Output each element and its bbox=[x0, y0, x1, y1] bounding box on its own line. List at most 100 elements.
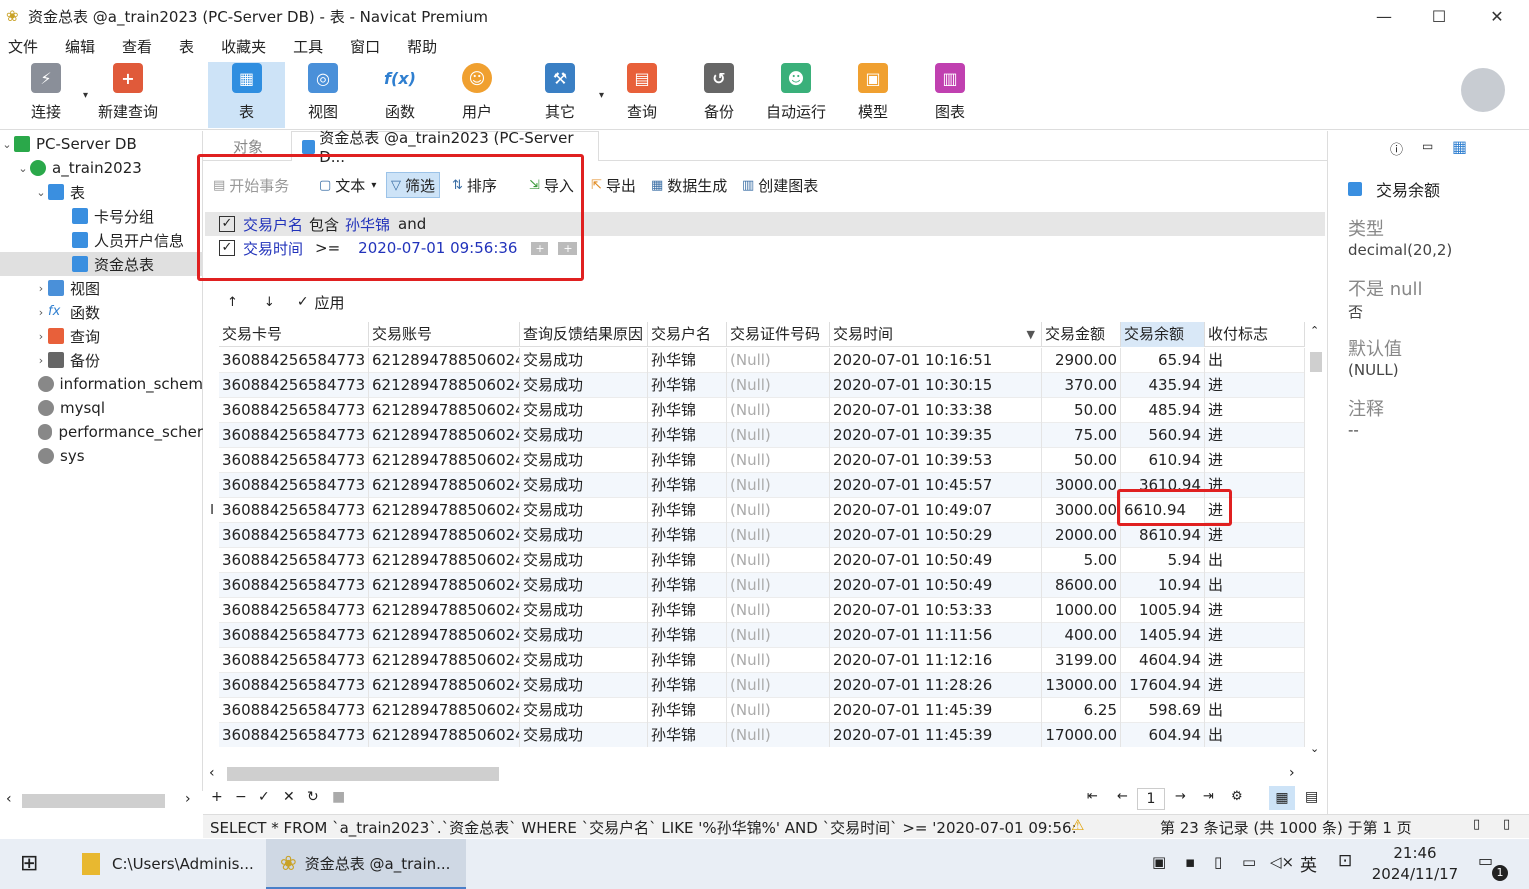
model-button[interactable]: ▣ 模型 bbox=[843, 62, 903, 128]
table-button[interactable]: ▦ 表 bbox=[208, 62, 285, 128]
table-cell[interactable]: 360884256584773 bbox=[219, 373, 369, 398]
delete-record-icon[interactable]: − bbox=[235, 789, 247, 805]
tree-db-other[interactable]: mysql bbox=[0, 396, 203, 420]
table-cell[interactable]: 进 bbox=[1205, 423, 1305, 448]
column-header[interactable]: 收付标志 bbox=[1205, 322, 1305, 347]
table-cell[interactable]: 62128947885060248 bbox=[369, 448, 520, 473]
tree-backups[interactable]: › 备份 bbox=[0, 348, 203, 372]
tree-db-a-train2023[interactable]: ⌄ a_train2023 bbox=[0, 156, 203, 180]
table-cell[interactable]: 360884256584773 bbox=[219, 673, 369, 698]
table-cell[interactable]: 2020-07-01 11:45:39 bbox=[830, 723, 1042, 747]
table-cell[interactable]: 62128947885060248 bbox=[369, 723, 520, 747]
table-cell[interactable]: 孙华锦 bbox=[648, 673, 727, 698]
table-cell[interactable]: 62128947885060248 bbox=[369, 373, 520, 398]
table-cell[interactable]: 2020-07-01 10:50:49 bbox=[830, 548, 1042, 573]
scroll-thumb[interactable] bbox=[22, 794, 165, 808]
table-row[interactable]: 360884256584773 62128947885060248 交易成功 孙华锦(… bbox=[219, 723, 1305, 747]
table-cell[interactable]: 交易成功 bbox=[520, 673, 648, 698]
table-cell[interactable]: 3000.00 bbox=[1042, 473, 1121, 498]
menu-view[interactable]: 查看 bbox=[114, 36, 167, 57]
table-cell[interactable]: 交易成功 bbox=[520, 373, 648, 398]
table-cell[interactable]: (Null) bbox=[727, 673, 830, 698]
query-button[interactable]: ▤ 查询 bbox=[612, 62, 672, 128]
scroll-thumb[interactable] bbox=[1310, 352, 1322, 372]
table-cell[interactable]: 交易成功 bbox=[520, 548, 648, 573]
grid-vertical-scrollbar[interactable]: ⌃ ⌄ bbox=[1307, 322, 1325, 762]
table-cell[interactable]: 2020-07-01 10:39:35 bbox=[830, 423, 1042, 448]
table-row[interactable]: 360884256584773 62128947885060248 交易成功 孙华锦(… bbox=[219, 523, 1305, 548]
table-cell[interactable]: 孙华锦 bbox=[648, 698, 727, 723]
column-header[interactable]: 交易时间 ▼ bbox=[830, 322, 1042, 347]
table-cell[interactable]: 610.94 bbox=[1121, 448, 1205, 473]
filter-funnel-icon[interactable]: ▼ bbox=[1027, 322, 1035, 347]
table-cell[interactable]: 交易成功 bbox=[520, 423, 648, 448]
chart-button[interactable]: ▥ 图表 bbox=[920, 62, 980, 128]
table-cell[interactable]: 3199.00 bbox=[1042, 648, 1121, 673]
user-button[interactable]: ☺ 用户 bbox=[447, 62, 507, 128]
table-cell[interactable]: 4604.94 bbox=[1121, 648, 1205, 673]
move-up-icon[interactable]: ↑ bbox=[227, 295, 238, 310]
table-cell[interactable]: 360884256584773 bbox=[219, 498, 369, 523]
table-row[interactable]: 360884256584773 62128947885060248 交易成功 孙华锦(… bbox=[219, 673, 1305, 698]
scroll-up-icon[interactable]: ⌃ bbox=[1310, 324, 1319, 337]
table-cell[interactable]: (Null) bbox=[727, 698, 830, 723]
table-cell[interactable]: 17604.94 bbox=[1121, 673, 1205, 698]
table-cell[interactable]: 2020-07-01 11:45:39 bbox=[830, 698, 1042, 723]
table-cell[interactable]: 进 bbox=[1205, 673, 1305, 698]
network-icon[interactable]: ▭ bbox=[1242, 853, 1256, 871]
table-cell[interactable]: 360884256584773 bbox=[219, 648, 369, 673]
table-row[interactable]: 360884256584773 62128947885060248 交易成功 孙华锦(… bbox=[219, 598, 1305, 623]
view-button[interactable]: ◎ 视图 bbox=[293, 62, 353, 128]
table-cell[interactable]: 75.00 bbox=[1042, 423, 1121, 448]
backup-button[interactable]: ↺ 备份 bbox=[689, 62, 749, 128]
table-row[interactable]: 360884256584773 62128947885060248 交易成功 孙华锦(… bbox=[219, 548, 1305, 573]
table-cell[interactable]: 13000.00 bbox=[1042, 673, 1121, 698]
column-header[interactable]: 交易账号 bbox=[369, 322, 520, 347]
table-cell[interactable]: 孙华锦 bbox=[648, 373, 727, 398]
table-row[interactable]: 360884256584773 62128947885060248 交易成功 孙华锦(… bbox=[219, 373, 1305, 398]
grid-view-icon[interactable]: ▦ bbox=[1269, 786, 1295, 810]
tree-horizontal-scrollbar[interactable]: ‹ › bbox=[0, 791, 203, 811]
table-cell[interactable]: (Null) bbox=[727, 548, 830, 573]
taskbar-clock[interactable]: 21:46 2024/11/17 bbox=[1370, 843, 1460, 885]
table-cell[interactable]: 6.25 bbox=[1042, 698, 1121, 723]
table-cell[interactable]: (Null) bbox=[727, 448, 830, 473]
table-cell[interactable]: 62128947885060248 bbox=[369, 398, 520, 423]
table-cell[interactable]: 孙华锦 bbox=[648, 498, 727, 523]
menu-tools[interactable]: 工具 bbox=[285, 36, 338, 57]
table-cell[interactable]: 62128947885060248 bbox=[369, 348, 520, 373]
scroll-left-icon[interactable]: ‹ bbox=[6, 791, 12, 807]
refresh-icon[interactable]: ↻ bbox=[307, 789, 319, 805]
table-cell[interactable]: 2020-07-01 11:28:26 bbox=[830, 673, 1042, 698]
table-row[interactable]: 360884256584773 62128947885060248 交易成功 孙华锦(… bbox=[219, 698, 1305, 723]
table-cell[interactable]: 孙华锦 bbox=[648, 723, 727, 747]
table-cell[interactable]: 出 bbox=[1205, 698, 1305, 723]
table-cell[interactable]: 2020-07-01 10:33:38 bbox=[830, 398, 1042, 423]
grid-horizontal-scrollbar[interactable]: ‹ › bbox=[205, 764, 1307, 784]
table-cell[interactable]: 1405.94 bbox=[1121, 623, 1205, 648]
table-cell[interactable]: 360884256584773 bbox=[219, 448, 369, 473]
move-down-icon[interactable]: ↓ bbox=[264, 295, 275, 310]
table-row[interactable]: 360884256584773 62128947885060248 交易成功 孙华锦(… bbox=[219, 648, 1305, 673]
table-cell[interactable]: 孙华锦 bbox=[648, 523, 727, 548]
expand-chevron-icon[interactable]: ⌄ bbox=[34, 186, 48, 199]
table-cell[interactable]: 2020-07-01 10:49:07 bbox=[830, 498, 1042, 523]
maximize-button[interactable]: ☐ bbox=[1410, 0, 1468, 32]
table-cell[interactable]: 62128947885060248 bbox=[369, 648, 520, 673]
table-cell[interactable]: 62128947885060248 bbox=[369, 573, 520, 598]
table-cell[interactable]: 360884256584773 bbox=[219, 548, 369, 573]
table-cell[interactable]: 进 bbox=[1205, 623, 1305, 648]
table-cell[interactable]: 2020-07-01 10:53:33 bbox=[830, 598, 1042, 623]
column-header[interactable]: 交易卡号 bbox=[219, 322, 369, 347]
table-cell[interactable]: 进 bbox=[1205, 373, 1305, 398]
table-cell[interactable]: 62128947885060248 bbox=[369, 673, 520, 698]
collapse-chevron-icon[interactable]: › bbox=[34, 282, 48, 295]
ddl-icon[interactable]: ▭ bbox=[1422, 139, 1433, 153]
table-cell[interactable]: 交易成功 bbox=[520, 498, 648, 523]
field-panel-icon[interactable]: ▦ bbox=[1452, 137, 1467, 156]
data-generation-button[interactable]: ▦ 数据生成 bbox=[647, 172, 731, 198]
ime-mode-icon[interactable]: ⊡ bbox=[1338, 851, 1352, 871]
table-row[interactable]: 360884256584773 62128947885060248 交易成功 孙华锦(… bbox=[219, 348, 1305, 373]
info-icon[interactable]: ⓘ bbox=[1390, 139, 1403, 158]
table-cell[interactable]: 2020-07-01 10:30:15 bbox=[830, 373, 1042, 398]
